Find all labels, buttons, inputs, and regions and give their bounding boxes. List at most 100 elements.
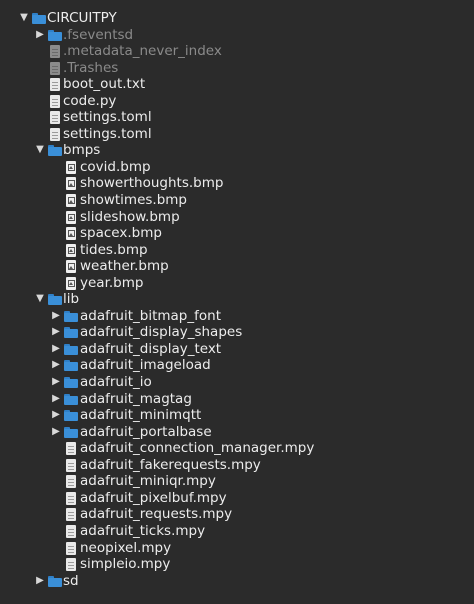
folder-icon bbox=[48, 575, 62, 588]
tree-row-adafruit-display-text[interactable]: ▶ adafruit_display_text bbox=[0, 341, 474, 358]
file-icon bbox=[48, 127, 62, 141]
disclosure-collapsed-icon[interactable]: ▶ bbox=[50, 391, 62, 408]
disclosure-collapsed-icon[interactable]: ▶ bbox=[50, 357, 62, 374]
tree-row-year-bmp[interactable]: year.bmp bbox=[0, 275, 474, 292]
tree-row-showtimes-bmp[interactable]: showtimes.bmp bbox=[0, 192, 474, 209]
tree-item-label: simpleio.mpy bbox=[80, 556, 171, 573]
tree-row-lib[interactable]: ▼ lib bbox=[0, 291, 474, 308]
folder-icon bbox=[48, 29, 62, 42]
tree-item-label: CIRCUITPY bbox=[47, 10, 117, 26]
folder-icon bbox=[64, 310, 78, 323]
tree-item-label: adafruit_pixelbuf.mpy bbox=[80, 489, 227, 506]
tree-row-trashes[interactable]: .Trashes bbox=[0, 60, 474, 77]
file-tree: ▼ CIRCUITPY ▶ .fseventsd .metadata_never_ind… bbox=[0, 10, 474, 589]
tree-item-label: adafruit_minimqtt bbox=[80, 407, 202, 424]
tree-row-settings-toml[interactable]: settings.toml bbox=[0, 109, 474, 126]
tree-item-label: adafruit_imageload bbox=[80, 357, 211, 374]
tree-item-label: sd bbox=[63, 572, 79, 589]
disclosure-expanded-icon[interactable]: ▼ bbox=[18, 10, 30, 27]
tree-item-label: showtimes.bmp bbox=[80, 192, 188, 209]
tree-item-label: boot_out.txt bbox=[63, 76, 146, 93]
image-file-icon bbox=[64, 260, 78, 274]
tree-row-slideshow-bmp[interactable]: slideshow.bmp bbox=[0, 209, 474, 226]
tree-row-adafruit-io[interactable]: ▶ adafruit_io bbox=[0, 374, 474, 391]
disclosure-collapsed-icon[interactable]: ▶ bbox=[50, 374, 62, 391]
tree-row-tides-bmp[interactable]: tides.bmp bbox=[0, 242, 474, 259]
tree-item-label: showerthoughts.bmp bbox=[80, 175, 224, 192]
tree-row-showerthoughts-bmp[interactable]: showerthoughts.bmp bbox=[0, 175, 474, 192]
tree-row-neopixel-mpy[interactable]: neopixel.mpy bbox=[0, 540, 474, 557]
tree-row-spacex-bmp[interactable]: spacex.bmp bbox=[0, 225, 474, 242]
tree-item-label: neopixel.mpy bbox=[80, 539, 172, 556]
tree-item-label: slideshow.bmp bbox=[80, 208, 180, 225]
file-icon bbox=[64, 491, 78, 505]
folder-icon bbox=[32, 12, 46, 25]
tree-row-adafruit-connection-manager-mpy[interactable]: adafruit_connection_manager.mpy bbox=[0, 440, 474, 457]
tree-row-adafruit-pixelbuf-mpy[interactable]: adafruit_pixelbuf.mpy bbox=[0, 490, 474, 507]
tree-row-sd[interactable]: ▶ sd bbox=[0, 573, 474, 590]
image-file-icon bbox=[64, 227, 78, 241]
disclosure-collapsed-icon[interactable]: ▶ bbox=[50, 308, 62, 325]
folder-icon bbox=[64, 343, 78, 356]
image-file-icon bbox=[64, 194, 78, 208]
tree-item-label: adafruit_fakerequests.mpy bbox=[80, 456, 261, 473]
image-file-icon bbox=[64, 177, 78, 191]
tree-row-settings-toml[interactable]: settings.toml bbox=[0, 126, 474, 143]
tree-row-boot-out-txt[interactable]: boot_out.txt bbox=[0, 76, 474, 93]
tree-item-label: adafruit_connection_manager.mpy bbox=[80, 440, 315, 457]
image-file-icon bbox=[64, 243, 78, 257]
file-icon bbox=[64, 458, 78, 472]
tree-row-simpleio-mpy[interactable]: simpleio.mpy bbox=[0, 556, 474, 573]
disclosure-collapsed-icon[interactable]: ▶ bbox=[50, 341, 62, 358]
folder-icon bbox=[64, 359, 78, 372]
disclosure-expanded-icon[interactable]: ▼ bbox=[34, 291, 46, 308]
file-icon bbox=[48, 94, 62, 108]
tree-row-weather-bmp[interactable]: weather.bmp bbox=[0, 258, 474, 275]
folder-icon bbox=[48, 293, 62, 306]
tree-row-adafruit-bitmap-font[interactable]: ▶ adafruit_bitmap_font bbox=[0, 308, 474, 325]
disclosure-expanded-icon[interactable]: ▼ bbox=[34, 142, 46, 159]
tree-item-label: weather.bmp bbox=[80, 258, 169, 275]
tree-row-adafruit-magtag[interactable]: ▶ adafruit_magtag bbox=[0, 391, 474, 408]
tree-item-label: covid.bmp bbox=[80, 158, 151, 175]
tree-row-adafruit-miniqr-mpy[interactable]: adafruit_miniqr.mpy bbox=[0, 473, 474, 490]
tree-item-label: adafruit_display_shapes bbox=[80, 324, 243, 341]
folder-icon bbox=[48, 144, 62, 157]
tree-item-label: .metadata_never_index bbox=[63, 43, 222, 60]
file-icon bbox=[64, 442, 78, 456]
tree-item-label: adafruit_ticks.mpy bbox=[80, 522, 206, 539]
file-icon bbox=[48, 45, 62, 59]
tree-row-adafruit-requests-mpy[interactable]: adafruit_requests.mpy bbox=[0, 506, 474, 523]
file-icon bbox=[64, 541, 78, 555]
disclosure-collapsed-icon[interactable]: ▶ bbox=[50, 324, 62, 341]
tree-row-code-py[interactable]: code.py bbox=[0, 93, 474, 110]
tree-row-adafruit-imageload[interactable]: ▶ adafruit_imageload bbox=[0, 357, 474, 374]
tree-item-label: lib bbox=[63, 291, 80, 308]
tree-row-adafruit-minimqtt[interactable]: ▶ adafruit_minimqtt bbox=[0, 407, 474, 424]
tree-item-label: code.py bbox=[63, 92, 117, 109]
tree-row-bmps[interactable]: ▼ bmps bbox=[0, 142, 474, 159]
file-icon bbox=[64, 524, 78, 538]
tree-row-circuitpy[interactable]: ▼ CIRCUITPY bbox=[0, 10, 474, 27]
tree-row-adafruit-display-shapes[interactable]: ▶ adafruit_display_shapes bbox=[0, 324, 474, 341]
tree-row-adafruit-ticks-mpy[interactable]: adafruit_ticks.mpy bbox=[0, 523, 474, 540]
image-file-icon bbox=[64, 210, 78, 224]
disclosure-collapsed-icon[interactable]: ▶ bbox=[50, 424, 62, 441]
tree-item-label: adafruit_requests.mpy bbox=[80, 506, 233, 523]
tree-row-metadata-never-index[interactable]: .metadata_never_index bbox=[0, 43, 474, 60]
tree-row-fseventsd[interactable]: ▶ .fseventsd bbox=[0, 27, 474, 44]
file-icon bbox=[64, 475, 78, 489]
file-icon bbox=[48, 78, 62, 92]
tree-item-label: tides.bmp bbox=[80, 241, 148, 258]
disclosure-collapsed-icon[interactable]: ▶ bbox=[34, 573, 46, 590]
folder-icon bbox=[64, 426, 78, 439]
disclosure-collapsed-icon[interactable]: ▶ bbox=[50, 407, 62, 424]
folder-icon bbox=[64, 393, 78, 406]
tree-row-adafruit-portalbase[interactable]: ▶ adafruit_portalbase bbox=[0, 424, 474, 441]
tree-row-adafruit-fakerequests-mpy[interactable]: adafruit_fakerequests.mpy bbox=[0, 457, 474, 474]
tree-item-label: settings.toml bbox=[63, 125, 152, 142]
tree-row-covid-bmp[interactable]: covid.bmp bbox=[0, 159, 474, 176]
disclosure-collapsed-icon[interactable]: ▶ bbox=[34, 27, 46, 44]
tree-item-label: adafruit_display_text bbox=[80, 340, 222, 357]
tree-item-label: adafruit_miniqr.mpy bbox=[80, 473, 216, 490]
